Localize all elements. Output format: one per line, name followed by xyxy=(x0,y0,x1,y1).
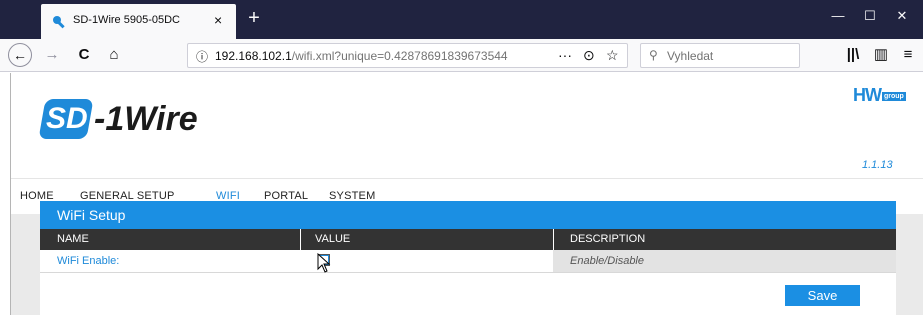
reload-icon[interactable]: C xyxy=(74,45,94,65)
pocket-icon[interactable]: ⊙ xyxy=(583,47,595,64)
wrench-icon xyxy=(53,16,65,29)
cell-name: WiFi Enable: xyxy=(40,250,300,272)
column-separator xyxy=(553,229,554,250)
url-bar[interactable]: ⓘ 192.168.102.1/wifi.xml?unique=0.428786… xyxy=(187,43,628,68)
library-icon[interactable]: ||\ xyxy=(843,45,863,65)
forward-icon[interactable]: → xyxy=(42,45,62,65)
web-page: SD -1Wire HW group 1.1.13 HOME GENERAL SE… xyxy=(0,73,923,315)
page-header: SD -1Wire HW group 1.1.13 xyxy=(11,73,923,178)
hwgroup-logo: HW group xyxy=(853,85,906,105)
hamburger-menu-icon[interactable]: ≡ xyxy=(898,45,918,65)
cell-value xyxy=(300,250,553,272)
search-placeholder: Vyhledat xyxy=(667,49,714,63)
bookmark-star-icon[interactable]: ☆ xyxy=(606,47,619,64)
url-text: 192.168.102.1/wifi.xml?unique=0.42878691… xyxy=(215,49,508,63)
url-path: /wifi.xml?unique=0.42878691839673544 xyxy=(291,49,508,63)
row-divider xyxy=(40,272,896,273)
url-host: 192.168.102.1 xyxy=(215,49,292,63)
firmware-version: 1.1.13 xyxy=(862,159,893,171)
sidebar-icon[interactable]: ▥ xyxy=(871,45,891,65)
tab-title: SD-1Wire 5905-05DC xyxy=(73,14,180,26)
more-actions-icon[interactable]: ··· xyxy=(558,47,572,63)
column-header-name: NAME xyxy=(57,233,89,245)
wifi-enable-description: Enable/Disable xyxy=(570,255,644,267)
wifi-setup-panel: WiFi Setup NAME VALUE DESCRIPTION WiFi E… xyxy=(40,201,896,315)
logo-text: -1Wire xyxy=(94,100,198,138)
wifi-enable-label[interactable]: WiFi Enable: xyxy=(57,255,119,267)
info-icon[interactable]: ⓘ xyxy=(196,48,208,65)
search-bar[interactable]: ⚲ Vyhledat xyxy=(640,43,800,68)
table-header: NAME VALUE DESCRIPTION xyxy=(40,229,896,250)
mouse-cursor-icon xyxy=(317,253,331,273)
column-header-description: DESCRIPTION xyxy=(570,233,646,245)
close-window-button[interactable]: ✕ xyxy=(879,0,923,32)
browser-navbar: ← → C ⌂ ⓘ 192.168.102.1/wifi.xml?unique=… xyxy=(0,39,923,72)
panel-title: WiFi Setup xyxy=(40,201,896,229)
page-left-border xyxy=(10,73,11,315)
save-button[interactable]: Save xyxy=(785,285,860,306)
new-tab-button[interactable]: + xyxy=(240,4,268,34)
logo-sd-badge: SD xyxy=(38,99,94,139)
browser-titlebar: SD-1Wire 5905-05DC × + — ☐ ✕ xyxy=(0,0,923,39)
column-separator xyxy=(300,229,301,250)
search-icon: ⚲ xyxy=(649,48,658,62)
column-header-value: VALUE xyxy=(315,233,351,245)
cell-description: Enable/Disable xyxy=(553,250,896,272)
browser-tab[interactable]: SD-1Wire 5905-05DC × xyxy=(41,4,236,39)
tab-close-icon[interactable]: × xyxy=(214,12,222,28)
table-row: WiFi Enable: Enable/Disable xyxy=(40,250,896,272)
back-icon[interactable]: ← xyxy=(8,43,32,67)
home-icon[interactable]: ⌂ xyxy=(104,45,124,65)
